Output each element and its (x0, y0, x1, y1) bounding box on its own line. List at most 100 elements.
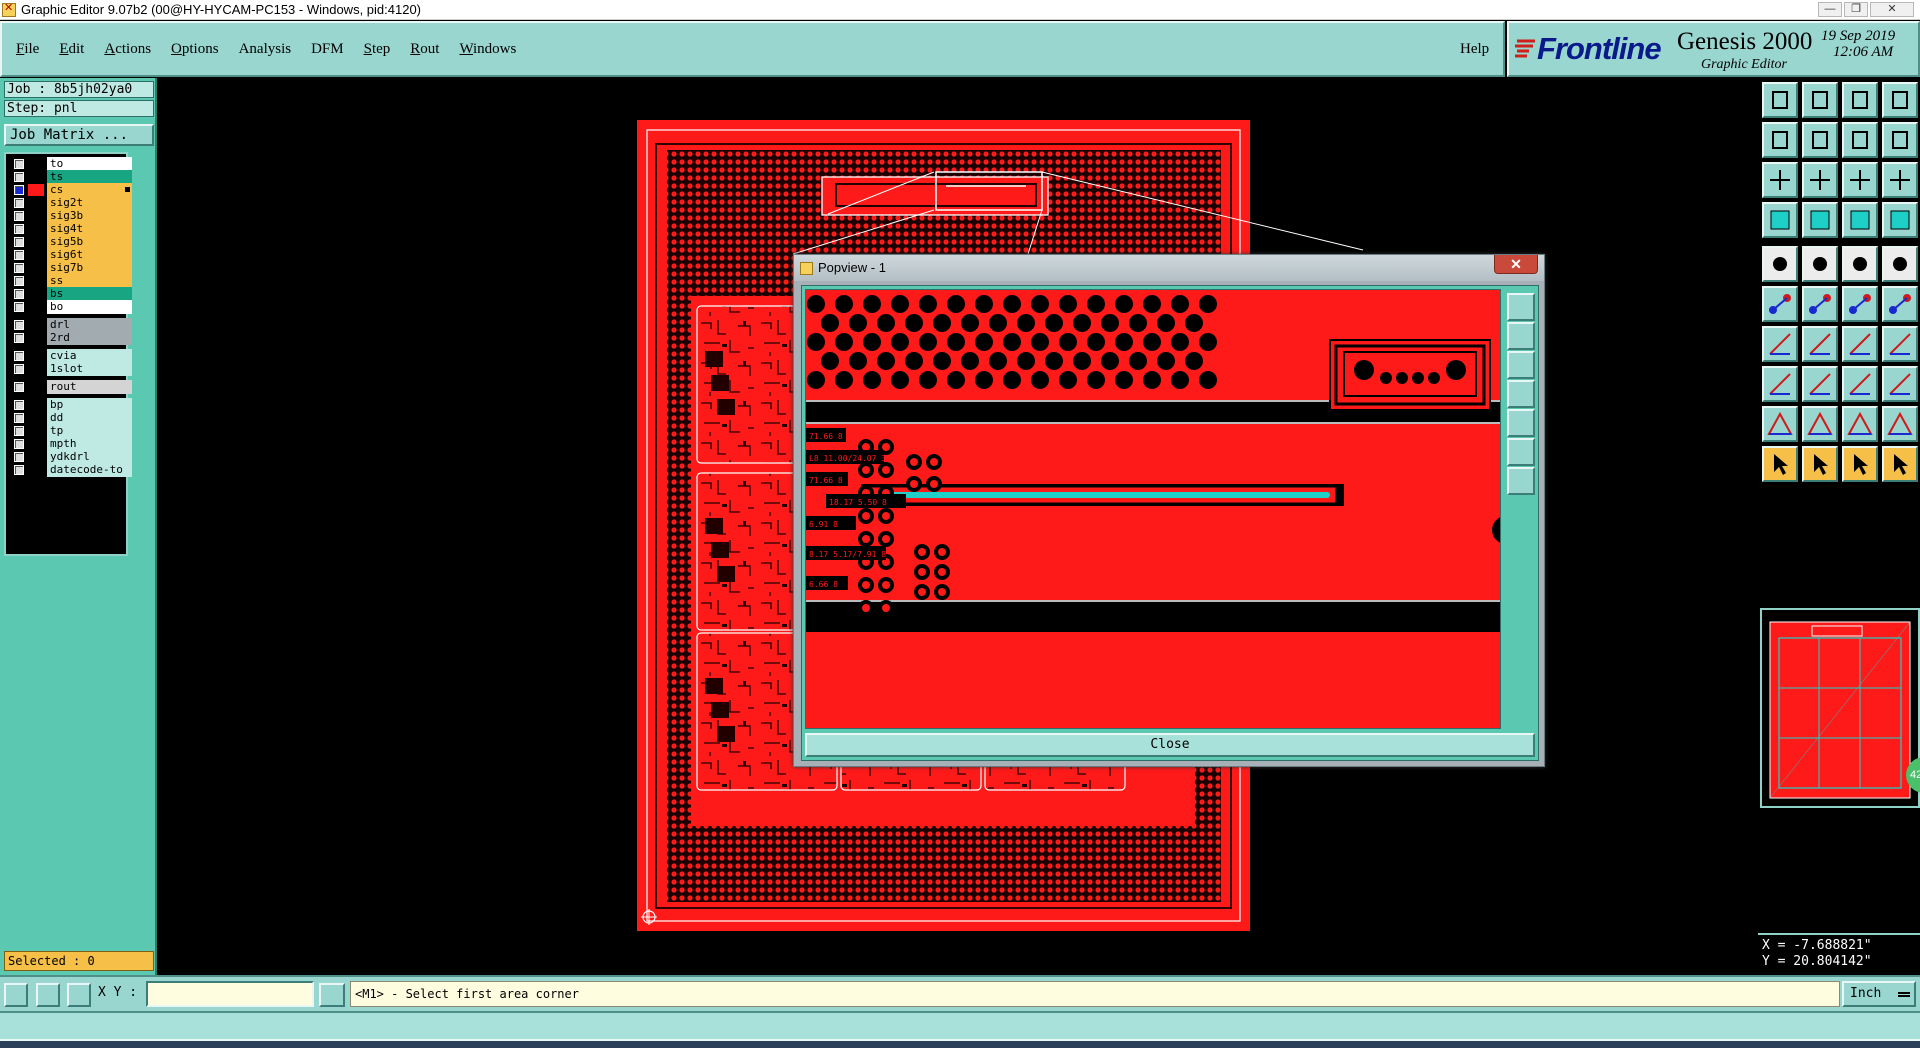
layer-checkbox[interactable] (14, 382, 24, 392)
menu-1[interactable]: Edit (59, 41, 84, 58)
popview-zoom-fit-icon[interactable] (1507, 293, 1535, 321)
job-matrix-button[interactable]: Job Matrix ... (4, 124, 154, 146)
move-right-icon[interactable] (1802, 122, 1838, 158)
split-view-icon[interactable] (1882, 82, 1918, 118)
draw-diag-icon[interactable] (1802, 326, 1838, 362)
maximize-button[interactable]: ❐ (1844, 2, 1868, 17)
shape-icon[interactable] (1882, 366, 1918, 402)
popview-pan-up-icon[interactable] (1507, 322, 1535, 350)
measure-icon[interactable] (1762, 202, 1798, 238)
overview-map[interactable]: 42 (1760, 608, 1920, 808)
popview-pan-left-icon[interactable] (1507, 380, 1535, 408)
layer-name[interactable]: bo (47, 300, 132, 314)
layer-checkbox[interactable] (14, 452, 24, 462)
grid-icon[interactable] (67, 983, 91, 1007)
layer-name[interactable]: 2rd (47, 331, 132, 345)
menu-0[interactable]: File (16, 41, 39, 58)
rotate-icon[interactable] (1842, 122, 1878, 158)
layer-checkbox[interactable] (14, 413, 24, 423)
layer-checkbox[interactable] (14, 302, 24, 312)
move-left-icon[interactable] (1762, 122, 1798, 158)
popview-pan-right-icon[interactable] (1507, 409, 1535, 437)
layer-checkbox[interactable] (14, 198, 24, 208)
resize-icon[interactable] (1842, 366, 1878, 402)
line-add-icon[interactable] (1842, 286, 1878, 322)
layer-checkbox[interactable] (14, 439, 24, 449)
layer-row-bo[interactable]: bo (10, 299, 132, 314)
menu-3[interactable]: Options (171, 41, 219, 58)
pad-icon[interactable] (1762, 246, 1798, 282)
layer-name[interactable]: rout (47, 380, 132, 394)
copy-icon[interactable] (1762, 366, 1798, 402)
layer-checkbox[interactable] (14, 351, 24, 361)
scale-icon[interactable] (1842, 162, 1878, 198)
layer-row-rout[interactable]: rout (10, 379, 132, 394)
menu-4[interactable]: Analysis (239, 41, 292, 58)
layer-checkbox[interactable] (14, 211, 24, 221)
popview-close-button[interactable]: Close (805, 733, 1535, 757)
add-icon[interactable] (1802, 246, 1838, 282)
layer-checkbox[interactable] (14, 185, 24, 195)
popview-graphic[interactable]: 71.66 8 L8 11.00/24.07 3 71.66 8 18.17 5.50… (806, 290, 1501, 729)
cursor-route-icon[interactable] (1882, 446, 1918, 482)
popview-pan-down-icon[interactable] (1507, 351, 1535, 379)
minimize-button[interactable]: — (1818, 2, 1842, 17)
xy-input[interactable] (146, 981, 314, 1007)
layer-checkbox[interactable] (14, 237, 24, 247)
cursor-select-icon[interactable] (1802, 446, 1838, 482)
layer-checkbox[interactable] (14, 224, 24, 234)
angle-icon[interactable] (1802, 406, 1838, 442)
info-icon[interactable] (319, 983, 345, 1007)
ruler-icon[interactable] (1842, 246, 1878, 282)
layer-checkbox[interactable] (14, 333, 24, 343)
layer-color-swatch[interactable] (28, 381, 44, 393)
layer-checkbox[interactable] (14, 172, 24, 182)
cursor-move-icon[interactable] (1842, 446, 1878, 482)
menu-2[interactable]: Actions (104, 41, 151, 58)
minus-icon[interactable] (1802, 366, 1838, 402)
layer-name[interactable]: datecode-to (47, 463, 132, 477)
select-none-icon[interactable] (1802, 82, 1838, 118)
layer-checkbox[interactable] (14, 159, 24, 169)
line-del-icon[interactable] (1882, 286, 1918, 322)
help-icon[interactable] (1882, 162, 1918, 198)
menu-8[interactable]: Windows (459, 41, 516, 58)
snap-mode-icon[interactable] (36, 983, 60, 1007)
dot-icon[interactable] (1882, 246, 1918, 282)
arc-icon[interactable] (1842, 326, 1878, 362)
select-all-icon[interactable] (1762, 82, 1798, 118)
popview-zoom-out-icon[interactable] (1507, 438, 1535, 466)
trapezoid-icon[interactable] (1842, 406, 1878, 442)
draw-line-icon[interactable] (1762, 326, 1798, 362)
popview-zoom-in-icon[interactable] (1507, 467, 1535, 495)
layer-checkbox[interactable] (14, 465, 24, 475)
layer-row-datecode-to[interactable]: datecode-to (10, 462, 132, 477)
menu-5[interactable]: DFM (311, 41, 344, 58)
layer-color-swatch[interactable] (28, 464, 44, 476)
arch-icon[interactable] (1882, 406, 1918, 442)
triangle-icon[interactable] (1762, 406, 1798, 442)
delete-icon[interactable] (1802, 286, 1838, 322)
layers-down-icon[interactable] (1882, 202, 1918, 238)
layer-row-1slot[interactable]: 1slot (10, 361, 132, 376)
layer-checkbox[interactable] (14, 276, 24, 286)
layer-checkbox[interactable] (14, 400, 24, 410)
center-icon[interactable] (1802, 162, 1838, 198)
home-icon[interactable] (1842, 82, 1878, 118)
layer-checkbox[interactable] (14, 289, 24, 299)
menu-help[interactable]: Help (1460, 41, 1489, 58)
unit-selector[interactable]: Inch (1842, 981, 1916, 1007)
snap-icon[interactable] (1882, 122, 1918, 158)
layer-checkbox[interactable] (14, 263, 24, 273)
grid-toggle-icon[interactable] (1802, 202, 1838, 238)
fit-icon[interactable] (1762, 162, 1798, 198)
menu-7[interactable]: Rout (410, 41, 439, 58)
layer-name[interactable]: 1slot (47, 362, 132, 376)
layer-checkbox[interactable] (14, 426, 24, 436)
draw-mode-icon[interactable] (4, 983, 28, 1007)
layer-color-swatch[interactable] (28, 332, 44, 344)
layer-color-swatch[interactable] (28, 363, 44, 375)
flip-icon[interactable] (1882, 326, 1918, 362)
cursor-icon[interactable] (1762, 446, 1798, 482)
layer-checkbox[interactable] (14, 364, 24, 374)
